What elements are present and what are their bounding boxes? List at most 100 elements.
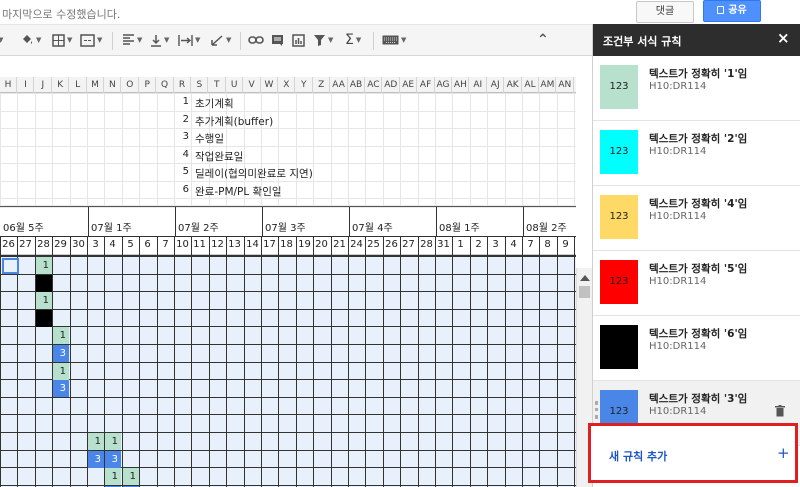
column-header-ak[interactable]: AK bbox=[505, 77, 522, 93]
schedule-cell[interactable]: 1 bbox=[105, 433, 121, 450]
last-saved-text: 마지막으로 수정했습니다. bbox=[2, 8, 121, 21]
vertical-align-button[interactable]: ▼ bbox=[150, 31, 169, 49]
close-icon[interactable]: × bbox=[777, 29, 790, 47]
column-header-n[interactable]: N bbox=[104, 77, 122, 93]
column-header-i[interactable]: I bbox=[17, 77, 35, 93]
day-label: 3 bbox=[492, 239, 499, 250]
column-header-aa[interactable]: AA bbox=[331, 77, 348, 93]
column-header-al[interactable]: AL bbox=[522, 77, 539, 93]
schedule-cell[interactable] bbox=[36, 275, 52, 292]
fill-color-button[interactable]: ▼ bbox=[20, 31, 41, 49]
merge-cells-button[interactable]: ▼ bbox=[80, 31, 102, 49]
column-header-ae[interactable]: AE bbox=[400, 77, 418, 93]
column-header-o[interactable]: O bbox=[122, 77, 139, 93]
trash-icon[interactable] bbox=[775, 405, 785, 417]
column-header-x[interactable]: X bbox=[278, 77, 296, 93]
text-rotation-button[interactable]: ▼ bbox=[210, 31, 231, 49]
legend-text: 작업완료일 bbox=[195, 150, 244, 163]
column-header-p[interactable]: P bbox=[139, 77, 157, 93]
column-header-h[interactable]: H bbox=[0, 77, 17, 93]
insert-chart-button[interactable] bbox=[292, 31, 305, 49]
column-header-ab[interactable]: AB bbox=[348, 77, 365, 93]
drag-handle-icon[interactable] bbox=[595, 401, 598, 419]
day-label: 10 bbox=[176, 239, 189, 250]
format-rule-item[interactable]: 123 텍스트가 정확히 '5'임 H10:DR114 bbox=[593, 251, 800, 316]
format-rule-item[interactable]: 123 텍스트가 정확히 '2'임 H10:DR114 bbox=[593, 121, 800, 186]
schedule-cell[interactable]: 1 bbox=[36, 292, 52, 309]
rule-range: H10:DR114 bbox=[649, 276, 707, 287]
column-header-am[interactable]: AM bbox=[539, 77, 557, 93]
insert-link-button[interactable] bbox=[248, 31, 264, 49]
rule-range: H10:DR114 bbox=[649, 81, 707, 92]
day-label: 7 bbox=[527, 239, 534, 250]
column-header-ad[interactable]: AD bbox=[383, 77, 400, 93]
legend-number: 3 bbox=[182, 131, 189, 142]
column-header-t[interactable]: T bbox=[209, 77, 226, 93]
day-label: 27 bbox=[19, 239, 32, 250]
collapse-toolbar-button[interactable]: ⌃ bbox=[537, 31, 549, 49]
schedule-cell[interactable]: 1 bbox=[53, 363, 69, 380]
text-rotate-icon bbox=[211, 34, 223, 46]
add-new-rule-button[interactable]: 새 규칙 추가 + bbox=[591, 426, 795, 480]
day-label: 3 bbox=[92, 239, 99, 250]
scrollbar-thumb[interactable] bbox=[579, 286, 590, 298]
column-header-aj[interactable]: AJ bbox=[487, 77, 505, 93]
column-header-m[interactable]: M bbox=[87, 77, 104, 93]
day-label: 20 bbox=[315, 239, 328, 250]
toolbar-separator bbox=[112, 32, 113, 50]
text-wrap-button[interactable]: ▼ bbox=[178, 31, 200, 49]
schedule-cell[interactable]: 1 bbox=[123, 468, 139, 485]
text-color-dropdown[interactable]: ▼ bbox=[0, 31, 3, 49]
share-button[interactable]: 공유 bbox=[703, 0, 761, 22]
week-label: 06월 5주 bbox=[3, 223, 44, 234]
day-label: 17 bbox=[263, 239, 276, 250]
schedule-cell[interactable]: 3 bbox=[53, 380, 69, 397]
column-header-ai[interactable]: AI bbox=[470, 77, 487, 93]
comment-button[interactable]: 댓글 bbox=[636, 1, 694, 23]
day-label: 26 bbox=[385, 239, 398, 250]
week-label: 07월 4주 bbox=[352, 223, 393, 234]
format-rule-item[interactable]: 123 텍스트가 정확히 '4'임 H10:DR114 bbox=[593, 186, 800, 251]
schedule-cell[interactable]: 1 bbox=[36, 257, 52, 274]
schedule-cell[interactable]: 1 bbox=[88, 433, 104, 450]
filter-button[interactable]: ▼ bbox=[313, 31, 333, 49]
borders-button[interactable]: ▼ bbox=[52, 31, 72, 49]
insert-comment-button[interactable] bbox=[271, 31, 284, 49]
column-header-j[interactable]: J bbox=[35, 77, 52, 93]
share-label: 공유 bbox=[728, 5, 747, 16]
week-label: 08월 2주 bbox=[526, 223, 567, 234]
format-rule-item[interactable]: 123 텍스트가 정확히 '6'임 H10:DR114 bbox=[593, 316, 800, 381]
column-header-s[interactable]: S bbox=[191, 77, 209, 93]
spreadsheet-grid[interactable]: 1 초기계획 2 추가계획(buffer) 3 수행일 4 작업완료일 5 딜레이(협의미완료로 … bbox=[0, 93, 576, 487]
column-header-r[interactable]: R bbox=[174, 77, 191, 93]
schedule-cell[interactable]: 1 bbox=[105, 468, 121, 485]
functions-button[interactable]: Σ ▼ bbox=[345, 31, 361, 49]
scroll-up-arrow-icon[interactable] bbox=[580, 275, 590, 281]
schedule-cell[interactable]: 1 bbox=[53, 327, 69, 344]
column-header-l[interactable]: L bbox=[70, 77, 87, 93]
schedule-cell[interactable] bbox=[36, 310, 52, 327]
add-rule-label: 새 규칙 추가 bbox=[609, 450, 668, 463]
input-tools-button[interactable]: ▼ bbox=[382, 31, 406, 49]
column-header-v[interactable]: V bbox=[244, 77, 261, 93]
align-button[interactable]: ▼ bbox=[122, 31, 142, 49]
format-rule-item[interactable]: 123 텍스트가 정확히 '1'임 H10:DR114 bbox=[593, 56, 800, 121]
column-header-y[interactable]: Y bbox=[296, 77, 313, 93]
column-header-ah[interactable]: AH bbox=[452, 77, 470, 93]
schedule-cell[interactable]: 3 bbox=[105, 451, 121, 468]
column-header-ac[interactable]: AC bbox=[365, 77, 383, 93]
column-header-w[interactable]: W bbox=[261, 77, 278, 93]
link-icon bbox=[248, 36, 264, 44]
column-header-an[interactable]: AN bbox=[557, 77, 574, 93]
day-label: 13 bbox=[228, 239, 241, 250]
day-label: 28 bbox=[37, 239, 50, 250]
column-header-af[interactable]: AF bbox=[418, 77, 435, 93]
column-header-u[interactable]: U bbox=[226, 77, 244, 93]
column-header-ag[interactable]: AG bbox=[435, 77, 452, 93]
schedule-cell[interactable]: 3 bbox=[88, 451, 104, 468]
column-header-z[interactable]: Z bbox=[313, 77, 331, 93]
column-header-k[interactable]: K bbox=[52, 77, 70, 93]
day-label: 2 bbox=[475, 239, 482, 250]
column-header-q[interactable]: Q bbox=[157, 77, 174, 93]
schedule-cell[interactable]: 3 bbox=[53, 345, 69, 362]
